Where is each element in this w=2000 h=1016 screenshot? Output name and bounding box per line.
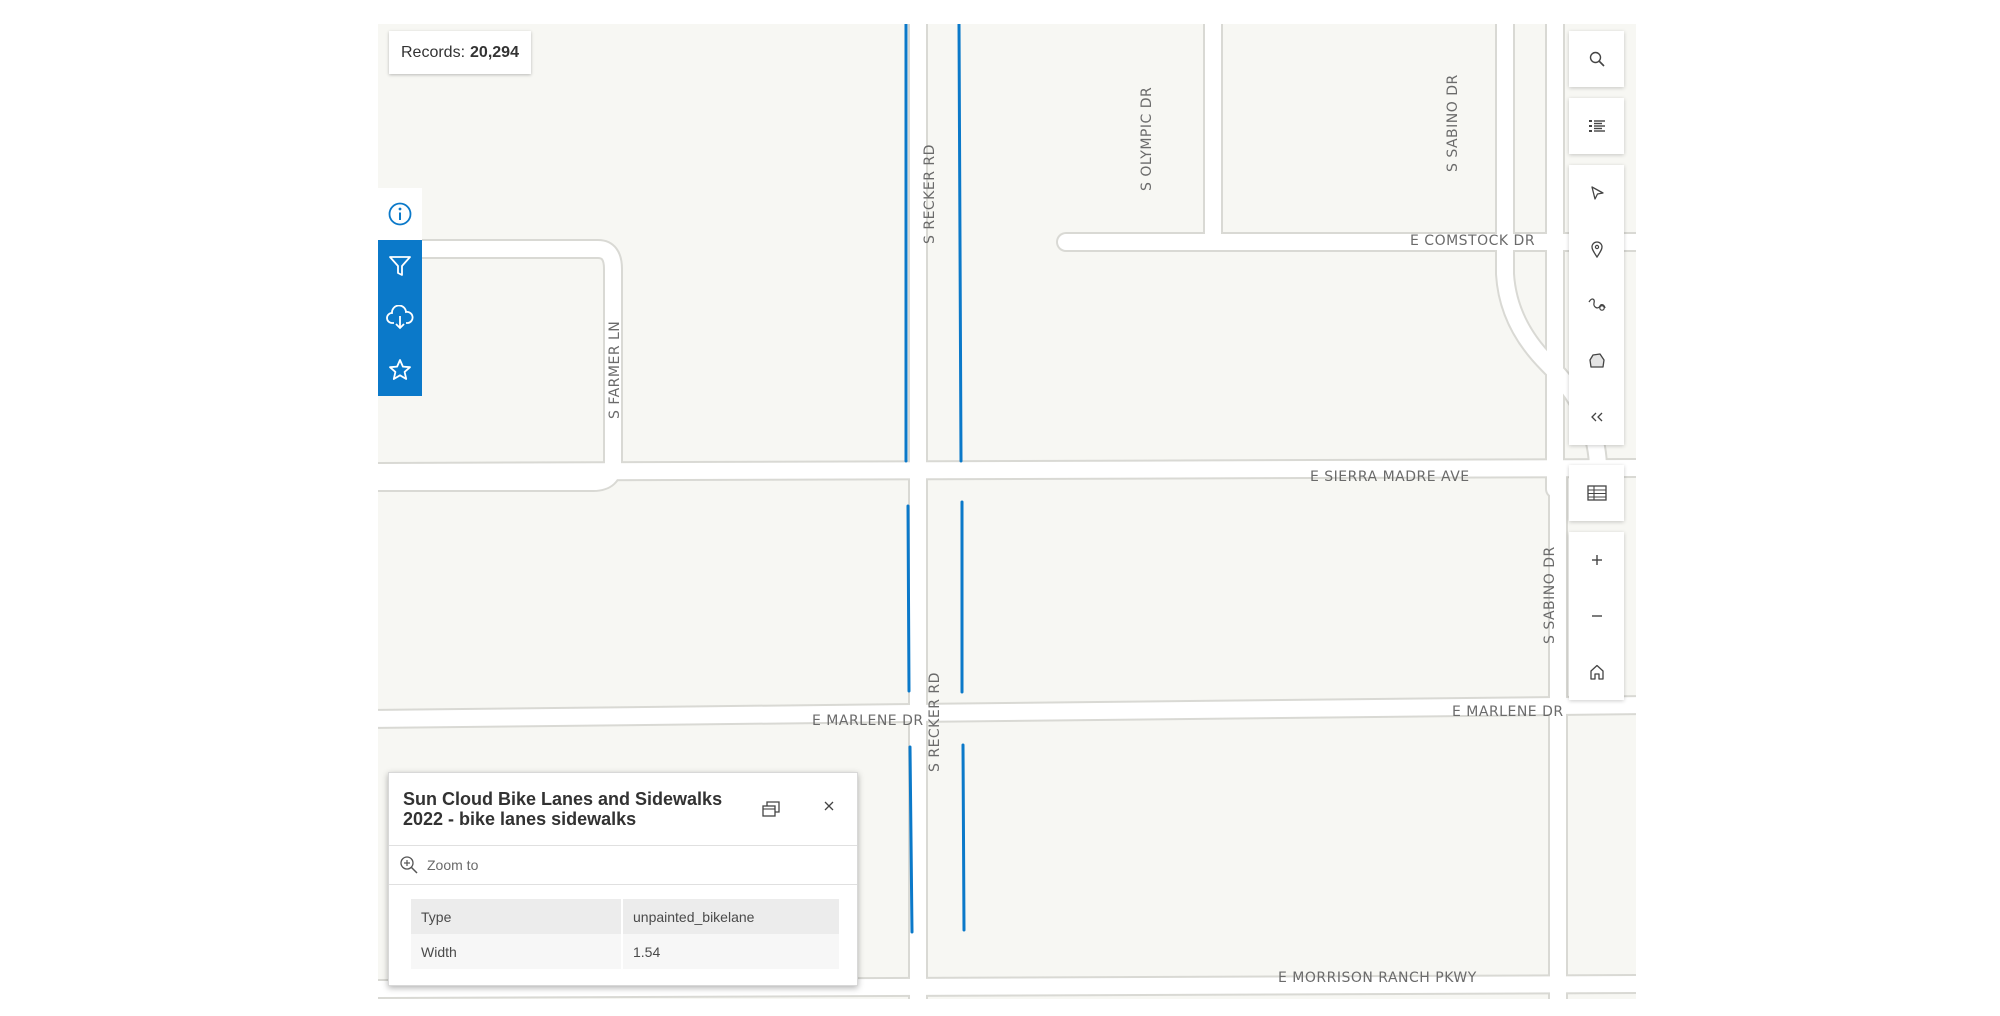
road-label-sabino-north: S SABINO DR bbox=[1445, 74, 1461, 172]
close-popup-button[interactable] bbox=[821, 798, 837, 819]
bike-lane-segment[interactable] bbox=[957, 24, 963, 463]
zoom-in-button[interactable] bbox=[1569, 532, 1624, 588]
minus-icon bbox=[1591, 615, 1602, 617]
zoom-out-button[interactable] bbox=[1569, 588, 1624, 644]
draw-polygon-button[interactable] bbox=[1569, 333, 1624, 389]
road-label-olympic: S OLYMPIC DR bbox=[1139, 87, 1155, 191]
favorite-button[interactable] bbox=[378, 344, 422, 396]
map-pin-icon bbox=[1590, 241, 1603, 258]
search-icon bbox=[1589, 51, 1605, 67]
home-button[interactable] bbox=[1569, 644, 1624, 700]
road-label-recker-north: S RECKER RD bbox=[922, 144, 938, 244]
squiggle-line-icon bbox=[1587, 298, 1606, 311]
attribute-key: Width bbox=[411, 934, 623, 969]
cursor-icon bbox=[1590, 186, 1604, 200]
attribute-key: Type bbox=[411, 899, 623, 934]
collapse-tools-button[interactable] bbox=[1569, 389, 1624, 445]
left-panel-rail bbox=[378, 188, 422, 396]
download-button[interactable] bbox=[378, 292, 422, 344]
sketch-tool-group bbox=[1569, 165, 1624, 445]
records-label: Records: bbox=[401, 43, 466, 61]
road-label-morrison: E MORRISON RANCH PKWY bbox=[1278, 970, 1477, 986]
filter-icon bbox=[389, 256, 411, 276]
legend-list-icon bbox=[1588, 120, 1605, 132]
attribute-table: Type unpainted_bikelane Width 1.54 bbox=[411, 899, 839, 969]
attribute-table-button[interactable] bbox=[1569, 465, 1624, 521]
bike-lane-segment[interactable] bbox=[908, 745, 914, 934]
download-icon bbox=[386, 305, 414, 330]
star-icon bbox=[389, 359, 411, 380]
zoom-in-magnifier-icon bbox=[400, 856, 418, 874]
close-icon bbox=[824, 801, 834, 811]
info-button[interactable] bbox=[378, 188, 422, 240]
home-icon bbox=[1589, 664, 1604, 680]
road-label-sabino-south: S SABINO DR bbox=[1542, 546, 1558, 644]
attribute-value: 1.54 bbox=[622, 934, 839, 969]
records-count: 20,294 bbox=[470, 43, 519, 61]
attribute-value: unpainted_bikelane bbox=[622, 899, 839, 934]
road-label-comstock: E COMSTOCK DR bbox=[1410, 233, 1535, 249]
feature-popup: Sun Cloud Bike Lanes and Sidewalks 2022 … bbox=[388, 772, 858, 986]
dock-icon bbox=[762, 801, 780, 817]
road-label-marlene-west: E MARLENE DR bbox=[812, 713, 924, 729]
road-label-marlene-east: E MARLENE DR bbox=[1452, 704, 1564, 720]
road-label-recker-south: S RECKER RD bbox=[927, 672, 943, 772]
search-button[interactable] bbox=[1569, 31, 1624, 87]
select-button[interactable] bbox=[1569, 165, 1624, 221]
table-row: Width 1.54 bbox=[411, 934, 839, 969]
map-view[interactable]: S RECKER RD S RECKER RD S OLYMPIC DR S S… bbox=[378, 24, 1636, 999]
bike-lane-segment[interactable] bbox=[906, 504, 911, 693]
bike-lane-segment[interactable] bbox=[961, 743, 966, 932]
collapse-double-chevron-icon bbox=[1590, 412, 1602, 422]
table-icon bbox=[1586, 485, 1607, 501]
draw-line-button[interactable] bbox=[1569, 277, 1624, 333]
records-counter: Records: 20,294 bbox=[389, 31, 531, 74]
plus-icon bbox=[1591, 555, 1602, 565]
filter-button[interactable] bbox=[378, 240, 422, 292]
navigation-tool-group bbox=[1569, 532, 1624, 700]
legend-button[interactable] bbox=[1569, 98, 1624, 154]
road-label-sierra-madre: E SIERRA MADRE AVE bbox=[1310, 469, 1470, 485]
road-label-farmer: S FARMER LN bbox=[607, 321, 623, 419]
zoom-to-action[interactable]: Zoom to bbox=[389, 845, 857, 885]
search-tool-group bbox=[1569, 31, 1624, 87]
table-row: Type unpainted_bikelane bbox=[411, 899, 839, 934]
table-tool-group bbox=[1569, 465, 1624, 521]
dock-popup-button[interactable] bbox=[761, 798, 781, 823]
zoom-to-label: Zoom to bbox=[427, 857, 479, 873]
info-icon bbox=[388, 202, 412, 226]
polygon-icon bbox=[1588, 353, 1605, 368]
popup-title: Sun Cloud Bike Lanes and Sidewalks 2022 … bbox=[403, 789, 723, 829]
legend-tool-group bbox=[1569, 98, 1624, 154]
draw-point-button[interactable] bbox=[1569, 221, 1624, 277]
